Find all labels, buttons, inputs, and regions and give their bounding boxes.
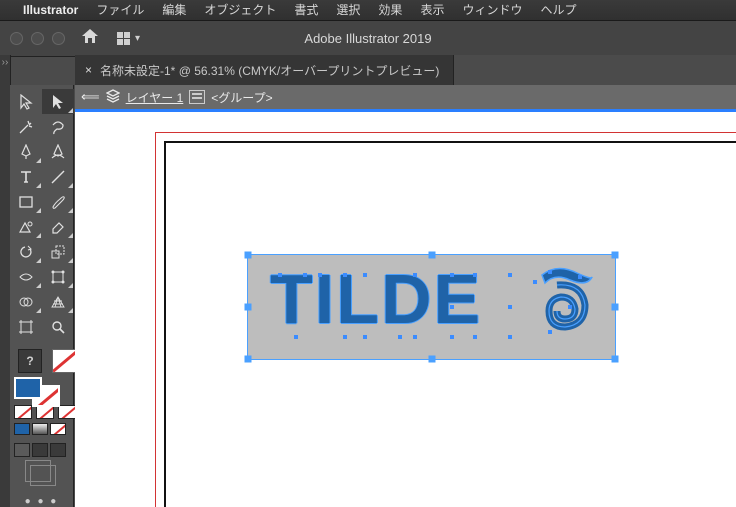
shaper-tool[interactable] <box>10 214 42 239</box>
perspective-grid-tool[interactable] <box>42 289 74 314</box>
artwork-swoosh[interactable] <box>537 265 597 335</box>
handle-bot-right[interactable] <box>612 356 619 363</box>
menu-object[interactable]: オブジェクト <box>195 0 285 20</box>
menu-select[interactable]: 選択 <box>327 0 369 20</box>
pen-tool[interactable] <box>10 139 42 164</box>
window-max-button[interactable] <box>52 32 65 45</box>
none-mini-swatch[interactable] <box>58 405 76 419</box>
selected-group[interactable]: TILDE <box>247 254 616 360</box>
home-button[interactable] <box>81 28 99 49</box>
current-layer-link[interactable]: レイヤー 1 <box>126 89 184 106</box>
layers-icon[interactable] <box>106 89 120 106</box>
paintbrush-tool[interactable] <box>42 189 74 214</box>
handle-bot-left[interactable] <box>245 356 252 363</box>
artwork-text[interactable]: TILDE <box>270 259 482 339</box>
application-bar: ▾ Adobe Illustrator 2019 <box>0 21 736 57</box>
handle-mid-right[interactable] <box>612 304 619 311</box>
menu-window[interactable]: ウィンドウ <box>453 0 531 20</box>
free-transform-tool[interactable] <box>42 264 74 289</box>
menu-view[interactable]: 表示 <box>411 0 453 20</box>
direct-selection-tool[interactable] <box>42 89 74 114</box>
width-tool[interactable] <box>10 264 42 289</box>
eraser-tool[interactable] <box>42 214 74 239</box>
artboard-tool[interactable] <box>10 314 42 339</box>
menu-effect[interactable]: 効果 <box>369 0 411 20</box>
fill-mini-swatch[interactable] <box>14 405 32 419</box>
menu-type[interactable]: 書式 <box>285 0 327 20</box>
document-tab[interactable]: × 名称未設定-1* @ 56.31% (CMYK/オーバープリントプレビュー) <box>75 55 454 85</box>
window-controls <box>0 32 65 45</box>
draw-inside-button[interactable] <box>50 443 66 457</box>
app-title: Adobe Illustrator 2019 <box>304 31 431 46</box>
tool-panel: ? ● ● ● <box>10 85 74 507</box>
handle-mid-left[interactable] <box>245 304 252 311</box>
fill-stroke-swatch[interactable] <box>14 377 70 405</box>
menu-help[interactable]: ヘルプ <box>531 0 585 20</box>
menu-edit[interactable]: 編集 <box>153 0 195 20</box>
layer-navigation-bar: ⟸ レイヤー 1 <グループ> <box>75 85 736 110</box>
close-icon[interactable]: × <box>85 63 92 77</box>
fill-color-swatch[interactable] <box>14 377 42 399</box>
current-object-label: <グループ> <box>211 89 272 106</box>
app-menu[interactable]: Illustrator <box>14 0 87 20</box>
screen-mode-button[interactable] <box>30 465 56 486</box>
handle-top-mid[interactable] <box>428 252 435 259</box>
gradient-mode-button[interactable] <box>32 423 48 435</box>
handle-top-left[interactable] <box>245 252 252 259</box>
lasso-tool[interactable] <box>42 114 74 139</box>
chevron-down-icon: ▾ <box>135 33 140 44</box>
draw-normal-button[interactable] <box>14 443 30 457</box>
zoom-tool[interactable] <box>42 314 74 339</box>
back-arrow-icon[interactable]: ⟸ <box>81 89 100 105</box>
draw-behind-button[interactable] <box>32 443 48 457</box>
type-tool[interactable] <box>10 164 42 189</box>
group-icon <box>189 90 205 104</box>
scale-tool[interactable] <box>42 239 74 264</box>
window-close-button[interactable] <box>10 32 23 45</box>
stroke-mini-swatch[interactable] <box>36 405 54 419</box>
canvas[interactable]: TILDE <box>75 109 736 507</box>
document-tab-label: 名称未設定-1* @ 56.31% (CMYK/オーバープリントプレビュー) <box>100 62 439 79</box>
rectangle-tool[interactable] <box>10 189 42 214</box>
edit-toolbar-button[interactable]: ● ● ● <box>25 496 59 507</box>
color-mode-button[interactable] <box>14 423 30 435</box>
handle-top-right[interactable] <box>612 252 619 259</box>
workspace-switcher[interactable]: ▾ <box>117 32 140 46</box>
unknown-tool-placeholder[interactable]: ? <box>18 349 42 373</box>
handle-bot-mid[interactable] <box>428 356 435 363</box>
magic-wand-tool[interactable] <box>10 114 42 139</box>
curvature-tool[interactable] <box>42 139 74 164</box>
document-tabs: × 名称未設定-1* @ 56.31% (CMYK/オーバープリントプレビュー) <box>75 55 736 86</box>
shape-builder-tool[interactable] <box>10 289 42 314</box>
rotate-tool[interactable] <box>10 239 42 264</box>
window-min-button[interactable] <box>31 32 44 45</box>
none-mode-button[interactable] <box>50 423 66 435</box>
menu-file[interactable]: ファイル <box>87 0 153 20</box>
selection-tool[interactable] <box>10 89 42 114</box>
mac-menubar: Illustrator ファイル 編集 オブジェクト 書式 選択 効果 表示 ウ… <box>0 0 736 21</box>
line-segment-tool[interactable] <box>42 164 74 189</box>
